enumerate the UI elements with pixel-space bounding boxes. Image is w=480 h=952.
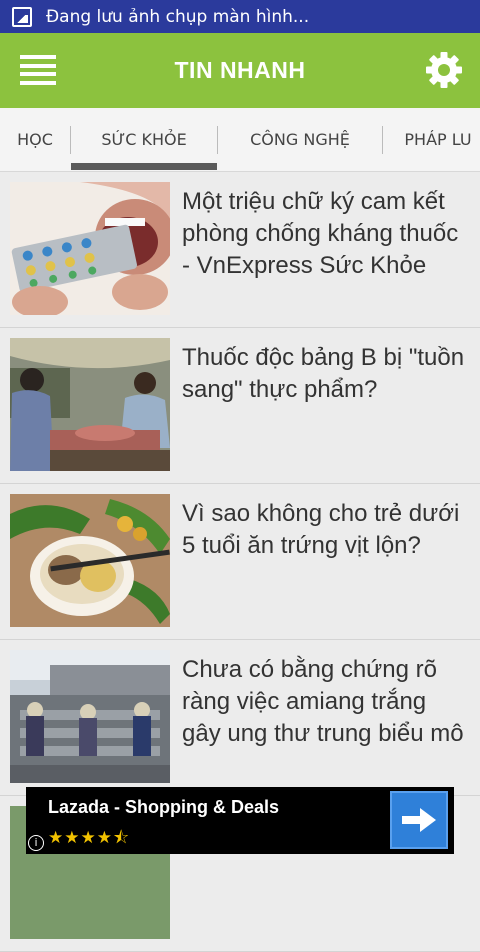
tab-hoc[interactable]: HỌC	[0, 108, 70, 171]
gear-icon[interactable]	[424, 50, 464, 90]
list-item[interactable]: Một triệu chữ ký cam kết phòng chống khá…	[0, 172, 480, 328]
article-title: Một triệu chữ ký cam kết phòng chống khá…	[182, 188, 459, 279]
article-title: Thuốc độc bảng B bị "tuồn sang" thực phẩ…	[182, 344, 465, 403]
ad-app-name: Lazada - Shopping & Deals	[48, 797, 280, 817]
app-bar: TIN NHANH	[0, 33, 480, 108]
tab-suc-khoe[interactable]: SỨC KHỎE	[71, 108, 217, 171]
market-vendors-photo	[10, 338, 170, 471]
status-bar: Đang lưu ảnh chụp màn hình...	[0, 0, 480, 33]
tab-phap-luat[interactable]: PHÁP LU	[383, 108, 480, 171]
list-item[interactable]: Vì sao không cho trẻ dưới 5 tuổi ăn trứn…	[0, 484, 480, 640]
tab-cong-nghe[interactable]: CÔNG NGHỆ	[218, 108, 382, 171]
pills-in-mouth-photo	[10, 182, 170, 315]
screenshot-icon	[12, 6, 32, 27]
app-title: TIN NHANH	[174, 57, 306, 83]
ad-install-button[interactable]	[390, 791, 448, 849]
info-icon[interactable]: i	[28, 835, 44, 851]
balut-eggs-photo	[10, 494, 170, 627]
menu-icon[interactable]	[20, 55, 56, 85]
ad-rating-stars: ★★★★⯪	[48, 828, 131, 848]
arrow-right-icon	[402, 808, 436, 832]
list-item[interactable]: Chưa có bằng chứng rõ ràng việc amiang t…	[0, 640, 480, 796]
asbestos-roof-workers-photo	[10, 650, 170, 783]
article-title: Vì sao không cho trẻ dưới 5 tuổi ăn trứn…	[182, 500, 460, 559]
ad-banner[interactable]: Lazada - Shopping & Deals ★★★★⯪ i	[26, 787, 454, 854]
category-tabs: HỌC SỨC KHỎE CÔNG NGHỆ PHÁP LU	[0, 108, 480, 172]
status-text: Đang lưu ảnh chụp màn hình...	[46, 6, 310, 27]
article-title: Chưa có bằng chứng rõ ràng việc amiang t…	[182, 656, 464, 747]
list-item[interactable]: Thuốc độc bảng B bị "tuồn sang" thực phẩ…	[0, 328, 480, 484]
